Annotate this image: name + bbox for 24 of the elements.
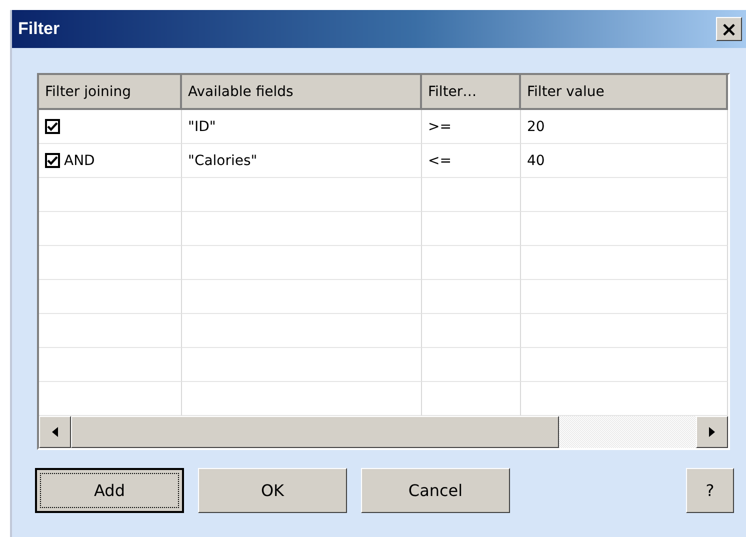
scroll-left-button[interactable] (39, 416, 71, 448)
column-header[interactable]: Filter joining (39, 75, 182, 110)
table-cell: >= (428, 118, 452, 134)
right-arrow-icon (709, 427, 715, 437)
table-cell: AND (64, 152, 95, 168)
close-button[interactable]: × (716, 17, 742, 41)
dialog-button[interactable]: Cancel (361, 468, 510, 513)
scrollbar-thumb[interactable] (71, 416, 559, 448)
checkbox[interactable] (45, 119, 60, 134)
left-arrow-icon (52, 427, 58, 437)
table-cell: 40 (527, 152, 545, 168)
scroll-right-button[interactable] (696, 416, 728, 448)
table-cell: "ID" (188, 118, 216, 134)
help-button[interactable]: ? (686, 468, 734, 513)
table-cell: 20 (527, 118, 545, 134)
window-title: Filter (18, 19, 60, 39)
column-header[interactable]: Filter… (422, 75, 521, 110)
checkbox[interactable] (45, 153, 60, 168)
table-cell: <= (428, 152, 452, 168)
column-header[interactable]: Filter value (521, 75, 728, 110)
dialog-button[interactable]: OK (198, 468, 347, 513)
table-cell: "Calories" (188, 152, 258, 168)
column-header[interactable]: Available fields (182, 75, 422, 110)
dialog-button[interactable]: Add (35, 468, 184, 513)
